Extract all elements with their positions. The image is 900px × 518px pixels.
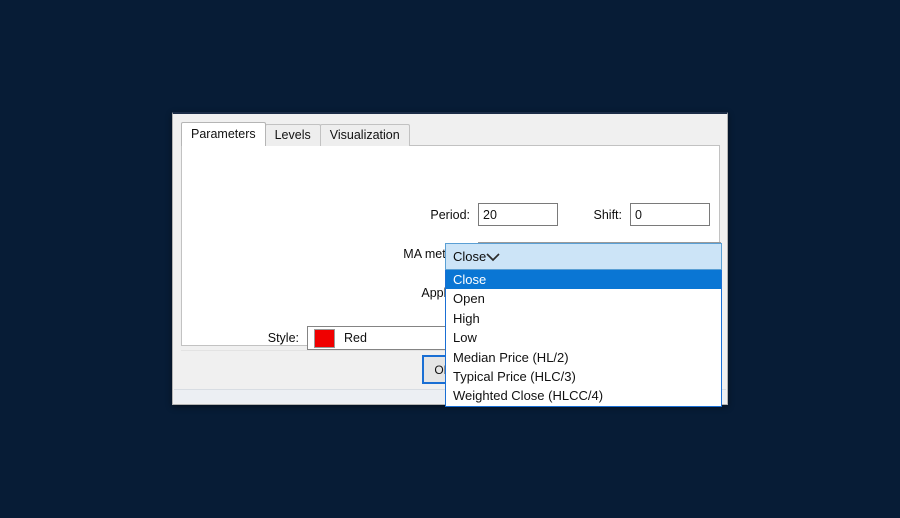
period-label: Period: — [430, 207, 470, 222]
period-shift-row: Period: Shift: — [182, 203, 729, 226]
apply-to-option[interactable]: High — [446, 309, 721, 328]
apply-to-option[interactable]: Low — [446, 328, 721, 347]
style-label: Style: — [267, 331, 299, 345]
style-value: Red — [344, 331, 367, 345]
chevron-down-icon — [486, 252, 500, 262]
apply-to-label: Apply to: — [421, 286, 470, 300]
apply-to-option[interactable]: Close — [446, 270, 721, 290]
apply-to-dropdown-value: Close — [453, 249, 487, 264]
tab-visualization-label: Visualization — [329, 128, 400, 142]
shift-input[interactable] — [630, 203, 710, 226]
tab-strip: Parameters Levels Visualization — [181, 122, 410, 146]
tab-parameters-label: Parameters — [191, 127, 256, 141]
tab-visualization[interactable]: Visualization — [319, 124, 410, 146]
shift-label: Shift: — [593, 207, 623, 222]
apply-to-option[interactable]: Median Price (HL/2) — [446, 348, 721, 367]
apply-to-option[interactable]: Typical Price (HLC/3) — [446, 367, 721, 386]
apply-to-dropdown: Close Close Open High Low Median Price (HL/2… — [445, 243, 722, 407]
tab-parameters[interactable]: Parameters — [181, 122, 266, 146]
apply-to-option[interactable]: Weighted Close (HLCC/4) — [446, 386, 721, 405]
tab-levels-label: Levels — [274, 128, 311, 142]
ma-method-label: MA method: — [403, 247, 470, 261]
apply-to-option[interactable]: Open — [446, 289, 721, 308]
period-input[interactable] — [478, 203, 558, 226]
tab-levels[interactable]: Levels — [264, 124, 321, 146]
color-swatch-icon — [314, 328, 335, 348]
apply-to-option-list[interactable]: Close Open High Low Median Price (HL/2) Typic… — [445, 270, 722, 407]
apply-to-dropdown-header[interactable]: Close — [445, 243, 722, 270]
